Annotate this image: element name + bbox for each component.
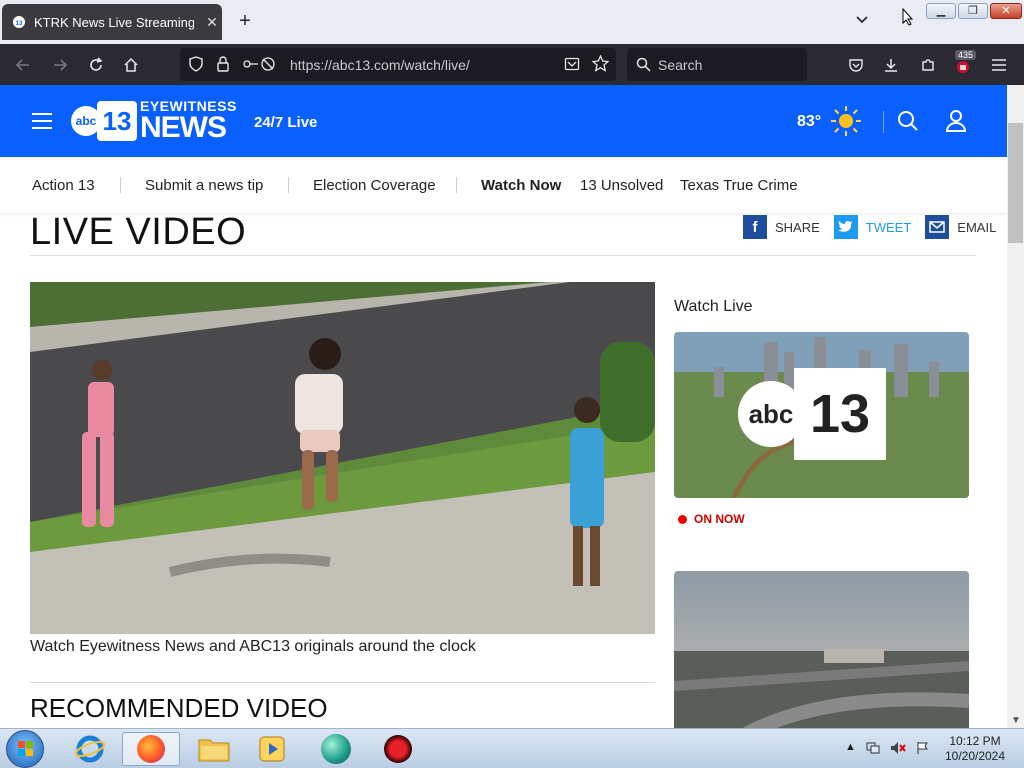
scrollbar-thumb[interactable] — [1008, 123, 1023, 243]
tab-title: KTRK News Live Streaming Vide — [34, 14, 194, 30]
app-teal-sphere-icon[interactable] — [310, 732, 362, 766]
facebook-icon[interactable]: f — [743, 215, 767, 239]
menu-hamburger-icon[interactable] — [986, 52, 1012, 78]
site-header: abc 13 EYEWITNESS NEWS 24/7 Live 83° — [0, 85, 1007, 157]
email-icon[interactable] — [925, 215, 950, 239]
internet-explorer-icon[interactable] — [64, 732, 116, 766]
svg-text:13: 13 — [16, 21, 23, 27]
live-video-player[interactable] — [30, 282, 655, 634]
abc13-eyewitness-news-logo[interactable]: abc 13 EYEWITNESS NEWS — [71, 99, 237, 144]
network-icon[interactable] — [866, 741, 880, 758]
on-now-label: ON NOW — [694, 512, 745, 526]
tab-close-icon[interactable]: ✕ — [202, 14, 222, 31]
bookmark-star-icon[interactable] — [591, 54, 610, 77]
page-scrollbar[interactable]: ▼ — [1007, 85, 1024, 728]
clock-date: 10/20/2024 — [944, 749, 1006, 763]
search-input[interactable]: Search — [627, 48, 807, 81]
watch-live-thumbnail-traffic-cam[interactable] — [674, 571, 969, 728]
share-button[interactable]: SHARE — [775, 220, 820, 235]
divider — [30, 682, 655, 683]
live-dot-icon — [678, 514, 687, 524]
browser-tab[interactable]: 13 KTRK News Live Streaming Vide ✕ — [2, 4, 222, 40]
search-placeholder: Search — [658, 57, 703, 73]
reader-mode-icon[interactable] — [564, 56, 580, 77]
nav-watch-now[interactable]: Watch Now — [481, 177, 561, 194]
nav-texas-true-crime[interactable]: Texas True Crime — [680, 177, 798, 194]
nav-action-13[interactable]: Action 13 — [32, 177, 95, 194]
shield-icon[interactable] — [188, 56, 204, 77]
nav-13-unsolved[interactable]: 13 Unsolved — [580, 177, 663, 194]
scroll-down-arrow-icon[interactable]: ▼ — [1011, 715, 1021, 726]
volume-muted-icon[interactable] — [890, 741, 906, 758]
browser-toolbar: https://abc13.com/watch/live/ Search — [0, 44, 1024, 85]
address-bar[interactable]: https://abc13.com/watch/live/ — [180, 48, 616, 81]
window-close-button[interactable]: ✕ — [990, 3, 1022, 19]
window-restore-button[interactable]: ❐ — [958, 3, 988, 19]
video-caption: Watch Eyewitness News and ABC13 original… — [30, 638, 476, 655]
user-account-icon[interactable] — [945, 109, 967, 133]
home-icon[interactable] — [118, 52, 144, 78]
weather-temperature[interactable]: 83° — [797, 113, 821, 131]
watch-live-thumbnail-abc13[interactable]: abc 13 — [674, 332, 969, 498]
lock-icon[interactable] — [216, 56, 230, 77]
file-explorer-folder-icon[interactable] — [188, 732, 240, 766]
search-icon — [636, 57, 651, 72]
email-button[interactable]: EMAIL — [957, 220, 996, 235]
start-button-windows-icon[interactable] — [6, 730, 44, 768]
recommended-video-heading: RECOMMENDED VIDEO — [30, 693, 328, 723]
system-tray: ▲ — [845, 741, 930, 758]
action-center-flag-icon[interactable] — [916, 741, 930, 758]
divider — [30, 255, 976, 256]
section-navigation: Action 13 Submit a news tip Election Cov… — [0, 157, 1007, 213]
back-arrow-icon[interactable] — [10, 52, 36, 78]
web-page: abc 13 EYEWITNESS NEWS 24/7 Live 83° Act… — [0, 85, 1007, 728]
abc13-logo-overlay: abc 13 — [738, 368, 886, 460]
site-menu-icon[interactable] — [32, 113, 52, 129]
taskbar-clock[interactable]: 10:12 PM 10/20/2024 — [940, 734, 1010, 764]
browser-tab-strip: 13 KTRK News Live Streaming Vide ✕ + ▁ ❐… — [0, 0, 1024, 44]
media-player-icon[interactable] — [246, 732, 298, 766]
downloads-icon[interactable] — [878, 52, 904, 78]
clock-time: 10:12 PM — [949, 734, 1001, 748]
nav-submit-news-tip[interactable]: Submit a news tip — [145, 177, 263, 194]
permissions-icon[interactable] — [242, 56, 278, 77]
thumb-logo-13: 13 — [794, 368, 886, 460]
new-tab-button[interactable]: + — [234, 10, 256, 32]
watch-live-heading: Watch Live — [674, 298, 753, 315]
mouse-cursor-icon — [902, 7, 914, 26]
twitter-icon[interactable] — [833, 215, 858, 239]
windows-taskbar: ▲ 10:12 PM 10/20/2024 — [0, 728, 1024, 768]
nav-election-coverage[interactable]: Election Coverage — [313, 177, 436, 194]
sun-icon[interactable] — [830, 105, 862, 137]
site-search-icon[interactable] — [897, 110, 919, 132]
header-divider — [883, 111, 884, 133]
pocket-icon[interactable] — [843, 52, 869, 78]
live-24-7-link[interactable]: 24/7 Live — [254, 114, 317, 131]
page-title: LIVE VIDEO — [30, 211, 247, 253]
app-red-gear-icon[interactable] — [372, 732, 424, 766]
tweet-button[interactable]: TWEET — [866, 220, 912, 235]
share-bar: f SHARE TWEET EMAIL — [743, 215, 996, 239]
on-now-indicator: ON NOW — [678, 512, 745, 526]
window-minimize-button[interactable]: ▁ — [926, 3, 956, 19]
extension-badge-count: 435 — [955, 50, 977, 60]
firefox-taskbar-icon[interactable] — [122, 732, 180, 766]
abc13-favicon-icon: 13 — [12, 15, 26, 29]
reload-icon[interactable] — [83, 52, 109, 78]
tray-expand-icon[interactable]: ▲ — [845, 741, 856, 758]
logo-13: 13 — [97, 101, 137, 141]
url-text[interactable]: https://abc13.com/watch/live/ — [290, 57, 470, 73]
forward-arrow-icon[interactable] — [47, 52, 73, 78]
list-all-tabs-chevron-icon[interactable] — [855, 12, 869, 28]
extensions-puzzle-icon[interactable] — [915, 52, 941, 78]
logo-news: NEWS — [140, 111, 227, 144]
